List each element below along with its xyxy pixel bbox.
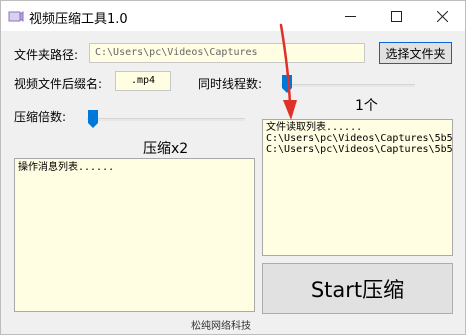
app-icon bbox=[8, 11, 24, 22]
minimize-button[interactable] bbox=[327, 1, 373, 31]
close-button[interactable] bbox=[419, 1, 465, 31]
app-window: 视频压缩工具1.0 文件夹路径: C:\Users\pc\Videos\Capt… bbox=[0, 0, 466, 335]
message-line: 操作消息列表...... bbox=[18, 162, 115, 173]
maximize-button[interactable] bbox=[373, 1, 419, 31]
folder-path-label: 文件夹路径: bbox=[14, 48, 79, 62]
maximize-icon bbox=[390, 10, 402, 22]
close-icon bbox=[436, 10, 448, 22]
file-list-line: 文件读取列表...... bbox=[266, 122, 363, 133]
footer-brand: 松纯网络科技 bbox=[191, 321, 251, 332]
compression-slider[interactable] bbox=[87, 118, 245, 121]
minimize-icon bbox=[344, 15, 356, 17]
title-bar[interactable]: 视频压缩工具1.0 bbox=[1, 1, 465, 31]
message-list[interactable]: 操作消息列表...... bbox=[14, 158, 255, 312]
file-list[interactable]: 文件读取列表...... C:\Users\pc\Videos\Captures… bbox=[262, 119, 453, 256]
threads-slider[interactable] bbox=[281, 84, 415, 87]
compression-slider-thumb[interactable] bbox=[88, 110, 98, 128]
threads-value: 1个 bbox=[355, 98, 378, 114]
window-title: 视频压缩工具1.0 bbox=[29, 12, 128, 27]
extension-label: 视频文件后缀名: bbox=[14, 77, 103, 91]
folder-path-input[interactable]: C:\Users\pc\Videos\Captures bbox=[89, 43, 365, 63]
threads-slider-thumb[interactable] bbox=[282, 75, 292, 93]
compression-label: 压缩倍数: bbox=[14, 110, 67, 124]
choose-folder-button[interactable]: 选择文件夹 bbox=[379, 42, 452, 64]
start-compress-button[interactable]: Start压缩 bbox=[262, 263, 453, 314]
file-list-line: C:\Users\pc\Videos\Captures\5b5 bbox=[266, 144, 453, 155]
threads-label: 同时线程数: bbox=[198, 77, 263, 91]
extension-input[interactable]: .mp4 bbox=[115, 71, 171, 91]
compression-value: 压缩x2 bbox=[143, 141, 189, 157]
file-list-line: C:\Users\pc\Videos\Captures\5b5 bbox=[266, 133, 453, 144]
